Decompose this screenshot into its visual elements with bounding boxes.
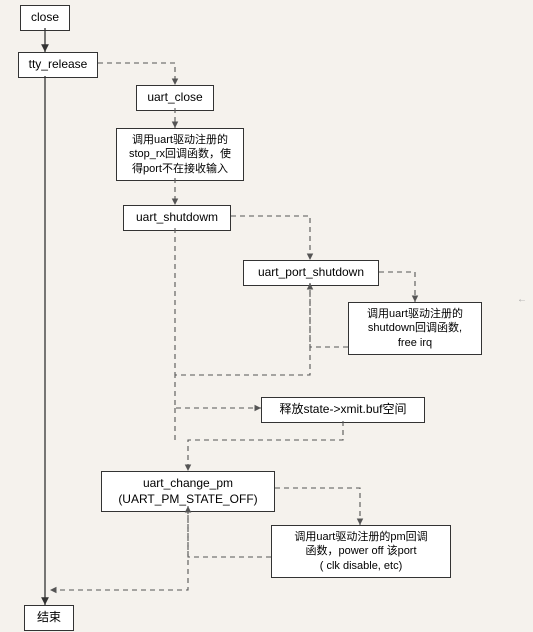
node-free-xmit: 释放state->xmit.buf空间 <box>261 397 425 423</box>
edge-pmcb-return <box>188 506 271 557</box>
node-uart-close: uart_close <box>136 85 214 111</box>
edge-freexmit-to-changepm <box>188 421 343 471</box>
edge-changepm-to-pmcb <box>275 488 360 525</box>
node-stop-rx-cb: 调用uart驱动注册的 stop_rx回调函数，使 得port不在接收输入 <box>116 128 244 181</box>
node-end: 结束 <box>24 605 74 631</box>
watermark: ← <box>517 294 527 305</box>
node-pm-cb: 调用uart驱动注册的pm回调 函数，power off 该port ( clk… <box>271 525 451 578</box>
edge-shutdowncb-return <box>310 283 348 347</box>
edge-changepm-to-spine <box>50 506 188 590</box>
node-tty-release: tty_release <box>18 52 98 78</box>
node-uart-change-pm: uart_change_pm (UART_PM_STATE_OFF) <box>101 471 275 512</box>
flowchart-canvas: close tty_release uart_close 调用uart驱动注册的… <box>0 0 533 632</box>
edge-ttyrelease-to-uartclose <box>98 63 175 85</box>
edge-uartshutdown-to-portshutdown <box>231 216 310 260</box>
node-close: close <box>20 5 70 31</box>
node-uart-shutdown: uart_shutdowm <box>123 205 231 231</box>
edge-to-freexmit <box>175 283 310 408</box>
node-shutdown-cb: 调用uart驱动注册的 shutdown回调函数, free irq <box>348 302 482 355</box>
node-uart-port-shutdown: uart_port_shutdown <box>243 260 379 286</box>
edge-portshutdown-to-shutdowncb <box>379 272 415 302</box>
